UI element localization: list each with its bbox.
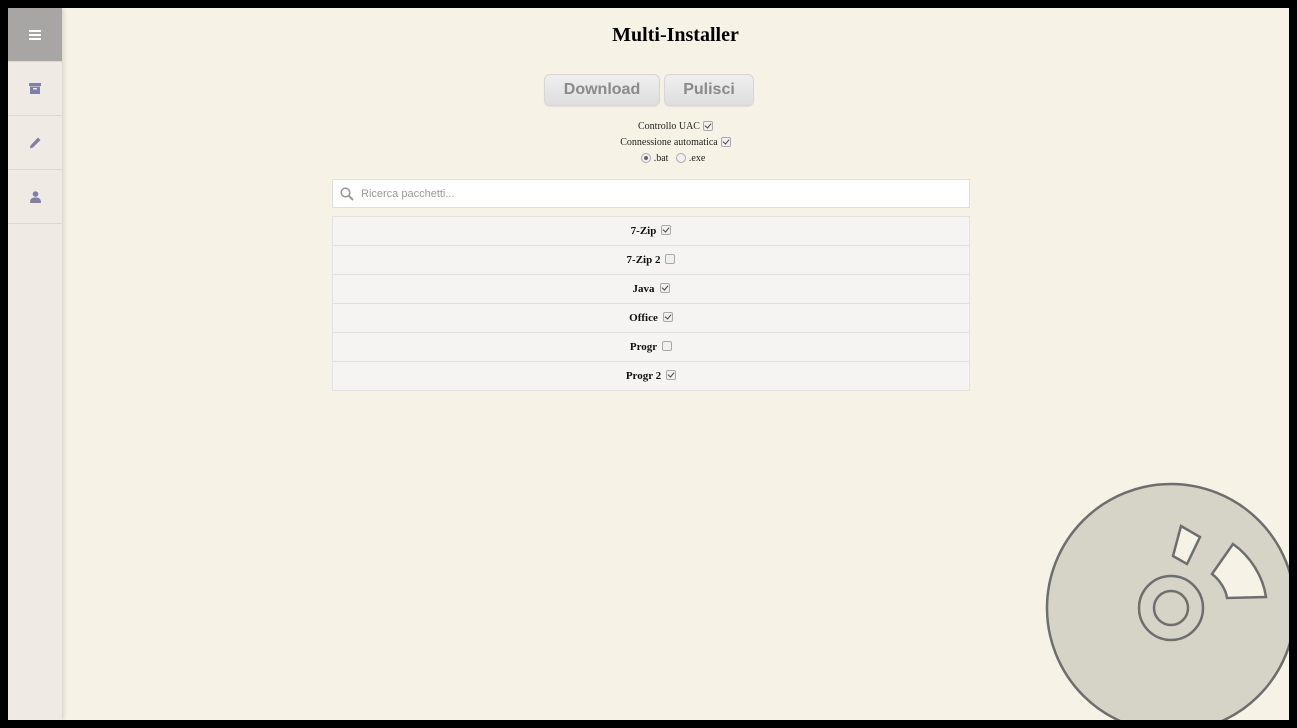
- search-input[interactable]: [359, 186, 943, 201]
- package-label: Progr: [629, 341, 658, 353]
- autoconnect-option: Connessione automatica: [62, 135, 1289, 151]
- list-item[interactable]: Office: [333, 304, 969, 333]
- options-panel: Controllo UAC Connessione automatica .ba…: [62, 119, 1289, 167]
- user-icon: [29, 190, 41, 203]
- list-item[interactable]: 7-Zip 2: [333, 246, 969, 275]
- sidebar-item-archive[interactable]: [8, 62, 62, 116]
- package-label: 7-Zip: [630, 225, 657, 237]
- list-item[interactable]: 7-Zip: [333, 217, 969, 246]
- autoconnect-label: Connessione automatica: [620, 137, 718, 148]
- pencil-icon: [30, 137, 41, 148]
- bat-radio[interactable]: [640, 152, 651, 163]
- action-buttons: Download Pulisci: [544, 74, 754, 106]
- package-checkbox[interactable]: [662, 341, 673, 351]
- page-title: Multi-Installer: [612, 24, 739, 46]
- package-checkbox[interactable]: [666, 370, 677, 380]
- package-list: 7-Zip 7-Zip 2 Java Office Progr Progr 2: [332, 216, 970, 391]
- disc-icon: [1045, 480, 1289, 720]
- list-item[interactable]: Progr 2: [333, 362, 969, 390]
- menu-icon: [29, 29, 41, 40]
- app-window: Multi-Installer Download Pulisci Control…: [8, 8, 1289, 720]
- package-checkbox[interactable]: [659, 283, 670, 293]
- sidebar: [8, 8, 62, 720]
- search-box[interactable]: [332, 179, 970, 208]
- package-checkbox[interactable]: [665, 254, 676, 264]
- list-item[interactable]: Progr: [333, 333, 969, 362]
- download-button[interactable]: Download: [544, 74, 660, 106]
- search-icon: [340, 186, 354, 201]
- archive-icon: [29, 83, 41, 94]
- package-label: Progr 2: [625, 370, 662, 382]
- sidebar-item-user[interactable]: [8, 170, 62, 224]
- package-checkbox[interactable]: [661, 225, 672, 235]
- package-checkbox[interactable]: [662, 312, 673, 322]
- main-content: Multi-Installer Download Pulisci Control…: [62, 8, 1289, 720]
- sidebar-item-menu[interactable]: [8, 8, 62, 62]
- uac-label: Controllo UAC: [638, 121, 700, 132]
- bat-label: .bat: [653, 153, 669, 164]
- clean-button[interactable]: Pulisci: [664, 74, 754, 106]
- sidebar-item-edit[interactable]: [8, 116, 62, 170]
- uac-option: Controllo UAC: [62, 119, 1289, 135]
- list-item[interactable]: Java: [333, 275, 969, 304]
- package-label: Java: [632, 283, 655, 295]
- package-label: 7-Zip 2: [626, 254, 661, 266]
- package-label: Office: [629, 312, 658, 324]
- exe-label: .exe: [688, 153, 706, 164]
- exe-radio[interactable]: [675, 152, 686, 163]
- uac-checkbox[interactable]: [702, 120, 713, 131]
- format-options: .bat .exe: [62, 151, 1289, 167]
- autoconnect-checkbox[interactable]: [720, 136, 731, 147]
